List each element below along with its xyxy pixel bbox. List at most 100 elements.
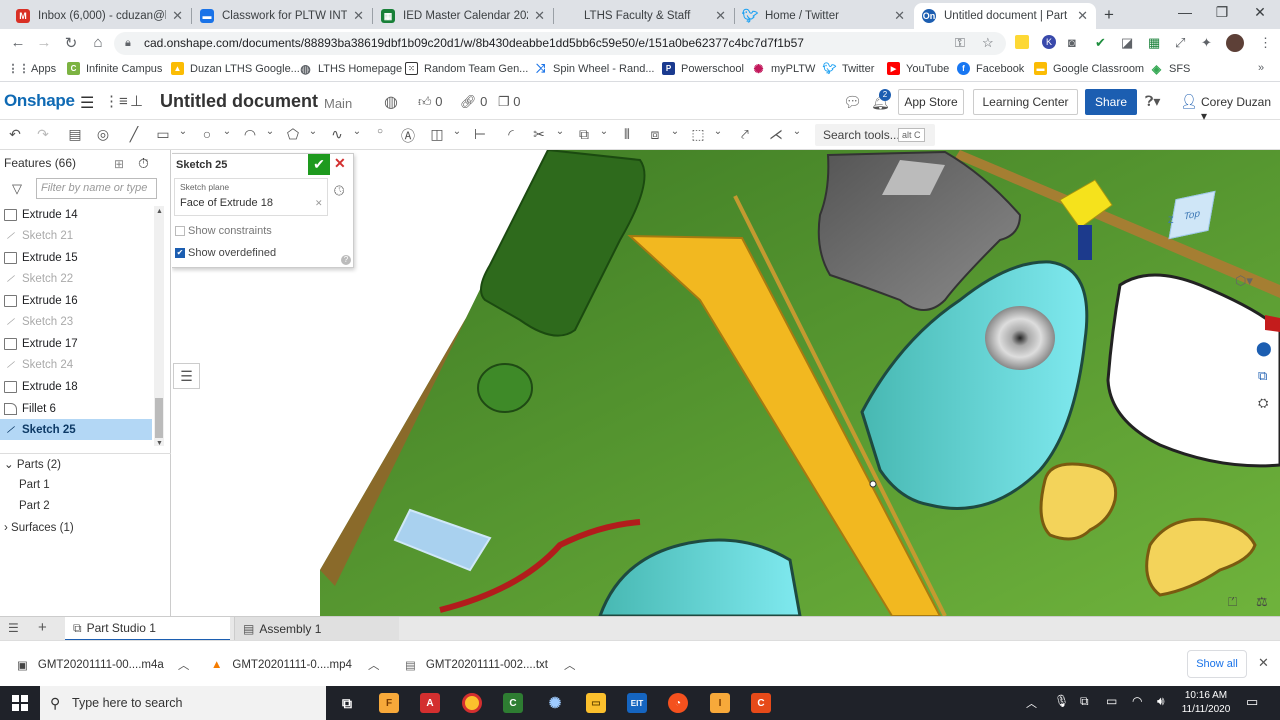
tab-assembly[interactable]: ▤ Assembly 1 <box>234 617 399 641</box>
browser-tab-classroom[interactable]: ▬ Classwork for PLTW INTRO T ✕ <box>192 3 372 29</box>
feature-item[interactable]: Sketch 23 <box>0 311 152 332</box>
puzzle-icon[interactable]: ✦ <box>1201 35 1212 51</box>
show-overdefined-checkbox[interactable]: ✔ <box>175 248 185 258</box>
close-icon[interactable]: ✕ <box>534 8 545 24</box>
bookmark-facebook[interactable]: f Facebook <box>957 62 1024 75</box>
comments-icon[interactable]: 💬︎ <box>843 93 862 111</box>
feature-item[interactable]: Extrude 14 <box>0 204 152 225</box>
history-clock-icon[interactable]: 🕓︎ <box>334 183 344 199</box>
chevron-down-icon[interactable]: ⌄ <box>218 126 236 137</box>
flux-app-icon[interactable]: F <box>379 693 399 713</box>
inventor-app-icon[interactable]: I <box>710 693 730 713</box>
chevron-down-icon[interactable]: ⌄ <box>448 126 466 137</box>
download-item[interactable]: ▲ GMT20201111-0....mp4 ︿ <box>211 657 379 673</box>
bookmark-infinite-campus[interactable]: C Infinite Campus <box>67 62 162 75</box>
pattern-tool-icon[interactable]: ⧈ <box>646 126 664 143</box>
star-icon[interactable]: ☆ <box>982 35 994 51</box>
chevron-down-icon[interactable]: ⌄ <box>709 126 727 137</box>
copy-sketch-icon[interactable]: ▤ <box>66 126 84 143</box>
tab-part-studio[interactable]: ⧉ Part Studio 1 <box>65 617 230 641</box>
polygon-tool-icon[interactable]: ⬠ <box>284 126 302 143</box>
public-globe-icon[interactable]: ◍ <box>384 92 398 112</box>
feature-item[interactable]: Extrude 17 <box>0 333 152 354</box>
redo-icon[interactable]: ↷ <box>34 126 52 143</box>
feature-item[interactable]: Extrude 18 <box>0 376 152 397</box>
extension-k-icon[interactable]: K <box>1042 35 1056 49</box>
insert-icon[interactable]: ⊥ <box>130 92 143 110</box>
feature-item[interactable]: Fillet 6 <box>0 398 152 419</box>
learning-center-button[interactable]: Learning Center <box>973 89 1078 115</box>
bookmark-spin-wheel[interactable]: ⤨ Spin Wheel - Rand... <box>534 61 655 75</box>
show-constraints-checkbox[interactable] <box>175 226 185 236</box>
transform-tool-icon[interactable]: ⬚ <box>689 126 707 143</box>
extension-page-icon[interactable]: ◪ <box>1121 35 1133 51</box>
chevron-down-icon[interactable]: ⌄ <box>304 126 322 137</box>
extension-icon[interactable] <box>1015 35 1029 49</box>
spline-tool-icon[interactable]: ∿ <box>328 126 346 143</box>
circle-tool-icon[interactable]: ○ <box>198 126 216 142</box>
user-menu[interactable]: Corey Duzan ▾ <box>1201 95 1280 123</box>
constraints-icon[interactable]: ⋌ <box>767 126 785 143</box>
text-tool-icon[interactable]: Ⓐ <box>399 126 417 146</box>
feature-item[interactable]: Extrude 15 <box>0 247 152 268</box>
part-item[interactable]: Part 1 <box>19 479 50 491</box>
appearance-icon[interactable]: ⬤ <box>1256 340 1272 357</box>
scrollbar-thumb[interactable] <box>155 398 163 438</box>
wifi-icon[interactable]: ◠ <box>1132 694 1142 708</box>
taskbar-clock[interactable]: 10:16 AM 11/11/2020 <box>1180 689 1232 717</box>
sketch-plane-field[interactable]: Sketch plane Face of Extrude 18 ✕ <box>174 178 328 216</box>
notification-center-icon[interactable]: ▭ <box>1246 694 1258 710</box>
sheets-extension-icon[interactable]: ▦ <box>1148 35 1160 51</box>
list-toggle-icon[interactable]: ☰ <box>173 363 200 389</box>
trim-tool-icon[interactable]: ✂ <box>530 126 548 143</box>
accept-check-icon[interactable]: ✔ <box>308 154 330 175</box>
graphics-viewport[interactable]: Sketch 25 ✔ ✕ Sketch plane Face of Extru… <box>172 150 1280 616</box>
chevron-down-icon[interactable]: ⌄ <box>666 126 684 137</box>
chevron-up-icon[interactable]: ︿ <box>1026 695 1037 711</box>
show-all-button[interactable]: Show all <box>1187 650 1247 678</box>
branch-label[interactable]: Main <box>324 96 352 111</box>
mass-properties-icon[interactable]: ⚖ <box>1256 594 1268 610</box>
bookmark-drive[interactable]: ▲ Duzan LTHS Google... <box>171 62 300 75</box>
chevron-down-icon[interactable]: ⌄ <box>788 126 806 137</box>
volume-icon[interactable]: 🔊︎ <box>1157 694 1165 709</box>
tray-app-icon[interactable]: ⧉ <box>1080 694 1089 709</box>
back-icon[interactable]: ← <box>8 34 28 51</box>
add-folder-icon[interactable]: ⊞ <box>114 157 124 171</box>
feature-filter-input[interactable]: Filter by name or type <box>36 178 157 199</box>
arrow-extension-icon[interactable]: ⤢ <box>1175 35 1185 51</box>
acrobat-icon[interactable]: A <box>420 693 440 713</box>
document-title[interactable]: Untitled document <box>160 91 318 112</box>
bookmark-powerschool[interactable]: P Powerschool <box>662 62 744 75</box>
mate-connectors-icon[interactable]: ⛭ <box>1258 395 1268 411</box>
bookmark-twitter[interactable]: 🐦︎ Twitter <box>823 62 875 76</box>
chevron-up-icon[interactable]: ︿ <box>178 657 190 673</box>
share-button[interactable]: Share <box>1085 89 1137 115</box>
taskbar-search-box[interactable]: ⚲ Type here to search <box>40 686 326 720</box>
fillet-tool-icon[interactable]: ◜ <box>502 126 520 143</box>
rollback-timer-icon[interactable]: ⏱︎ <box>138 155 149 172</box>
use-icon[interactable]: ◎ <box>94 126 112 143</box>
download-item[interactable]: ▤ GMT20201111-002....txt ︿ <box>405 657 575 673</box>
feature-item[interactable]: Sketch 24 <box>0 354 152 375</box>
battery-icon[interactable]: ▭ <box>1106 694 1117 708</box>
browser-tab-twitter[interactable]: 🐦︎ Home / Twitter ✕ <box>735 3 913 29</box>
browser-tab-onshape[interactable]: On Untitled document | Part Stu ✕ <box>914 3 1096 29</box>
hamburger-menu-icon[interactable]: ☰ <box>80 93 94 113</box>
file-explorer-icon[interactable]: ▭ <box>586 693 606 713</box>
cancel-x-icon[interactable]: ✕ <box>334 155 346 172</box>
feature-item[interactable]: Sketch 21 <box>0 225 152 246</box>
windows-start-icon[interactable] <box>12 695 28 711</box>
bookmarks-overflow-icon[interactable]: » <box>1258 62 1264 74</box>
close-icon[interactable]: ✕ <box>1077 8 1088 24</box>
tab-manager-icon[interactable]: ☰ <box>8 621 19 635</box>
feature-item-active[interactable]: Sketch 25 <box>0 419 152 440</box>
surfaces-group[interactable]: › Surfaces (1) <box>4 522 74 534</box>
configurations-icon[interactable]: ⧉ <box>1258 368 1267 384</box>
project-tool-icon[interactable]: ⤤ <box>736 126 754 143</box>
scroll-down-icon[interactable]: ▼ <box>156 440 163 447</box>
point-tool-icon[interactable]: ○ <box>371 126 389 137</box>
help-icon[interactable]: ? <box>341 255 351 265</box>
orange-app-icon[interactable]: ◔ <box>668 693 688 713</box>
mirror-tool-icon[interactable]: ⫴ <box>618 126 636 143</box>
